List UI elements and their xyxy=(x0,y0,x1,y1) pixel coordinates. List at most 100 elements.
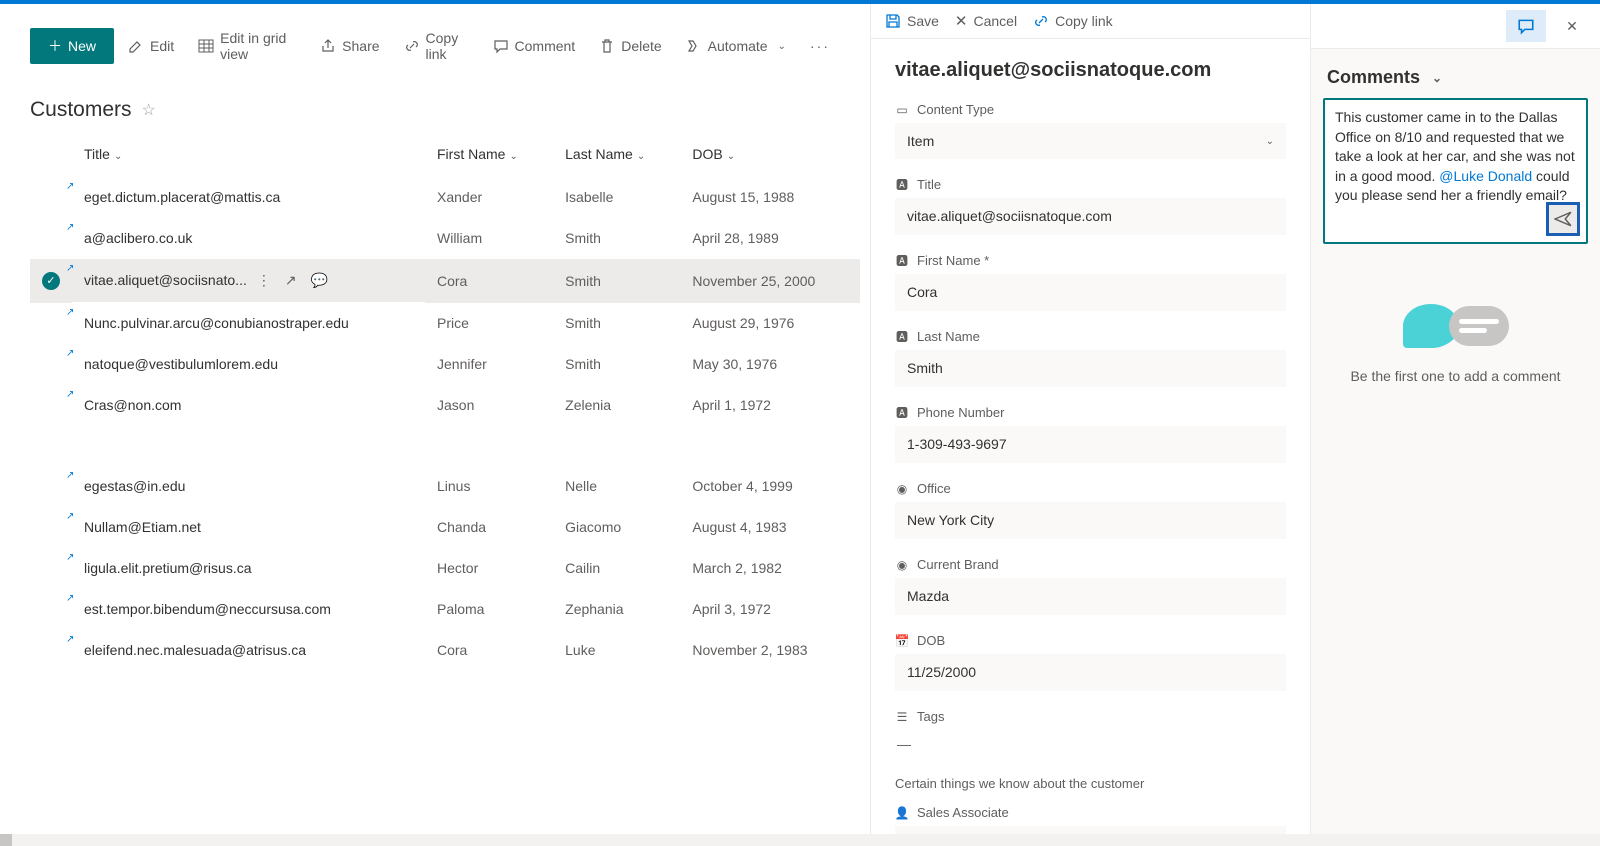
toggle-comments-button[interactable] xyxy=(1506,10,1546,42)
table-row[interactable]: ↗eleifend.nec.malesuada@atrisus.caCoraLu… xyxy=(30,630,860,671)
cell-last: Giacomo xyxy=(553,507,680,548)
more-button[interactable]: ··· xyxy=(800,32,840,60)
tags-value[interactable]: — xyxy=(895,730,1286,758)
details-toolbar: Save ✕ Cancel Copy link xyxy=(871,4,1310,39)
cell-dob: April 28, 1989 xyxy=(680,218,860,259)
cell-first: Paloma xyxy=(425,589,553,630)
cell-first: Linus xyxy=(425,466,553,507)
cancel-button[interactable]: ✕ Cancel xyxy=(955,12,1017,30)
link-indicator-icon: ↗ xyxy=(66,511,74,522)
last-name-label: Last Name xyxy=(917,329,980,344)
cell-last: Luke xyxy=(553,630,680,671)
share-button[interactable]: Share xyxy=(310,32,389,60)
cell-first: William xyxy=(425,218,553,259)
table-row[interactable]: ↗natoque@vestibulumlorem.eduJenniferSmit… xyxy=(30,344,860,385)
link-indicator-icon: ↗ xyxy=(66,389,74,400)
choice-icon: ◉ xyxy=(895,558,909,572)
horizontal-scrollbar[interactable] xyxy=(0,834,1600,846)
text-icon: 🅰 xyxy=(895,406,909,420)
content-type-select[interactable]: Item ⌄ xyxy=(895,123,1286,159)
comments-heading[interactable]: Comments ⌄ xyxy=(1311,49,1600,98)
cell-first: Jennifer xyxy=(425,344,553,385)
table-row[interactable]: ↗Nunc.pulvinar.arcu@conubianostraper.edu… xyxy=(30,303,860,344)
cell-last: Smith xyxy=(553,218,680,259)
table-row[interactable]: ↗a@aclibero.co.ukWilliamSmithApril 28, 1… xyxy=(30,218,860,259)
save-button[interactable]: Save xyxy=(885,13,939,29)
first-name-input[interactable] xyxy=(895,274,1286,311)
edit-button[interactable]: Edit xyxy=(118,32,184,60)
close-panel-button[interactable]: ✕ xyxy=(1552,10,1592,42)
cell-last: Smith xyxy=(553,303,680,344)
link-indicator-icon: ↗ xyxy=(66,634,74,645)
copy-link-label: Copy link xyxy=(426,30,469,62)
save-icon xyxy=(885,13,901,29)
phone-input[interactable] xyxy=(895,426,1286,463)
content-type-icon: ▭ xyxy=(895,103,909,117)
calendar-icon: 📅 xyxy=(895,634,909,648)
last-name-input[interactable] xyxy=(895,350,1286,387)
cell-last: Smith xyxy=(553,344,680,385)
chevron-down-icon: ⌄ xyxy=(1266,136,1274,147)
selected-check-icon[interactable]: ✓ xyxy=(42,272,60,290)
cell-first: Chanda xyxy=(425,507,553,548)
chevron-down-icon: ⌄ xyxy=(778,41,786,52)
office-label: Office xyxy=(917,481,951,496)
plus-icon: ＋ xyxy=(48,36,62,56)
table-row[interactable]: ↗Cras@non.comJasonZeleniaApril 1, 1972 xyxy=(30,385,860,426)
mention[interactable]: @Luke Donald xyxy=(1439,168,1532,184)
save-label: Save xyxy=(907,13,939,29)
cell-dob: November 2, 1983 xyxy=(680,630,860,671)
list-title: Customers xyxy=(30,98,132,122)
cell-first: Jason xyxy=(425,385,553,426)
office-input[interactable] xyxy=(895,502,1286,539)
table-row[interactable]: ↗eget.dictum.placerat@mattis.caXanderIsa… xyxy=(30,177,860,218)
flow-icon xyxy=(686,38,702,54)
table-row[interactable]: ↗egestas@in.eduLinusNelleOctober 4, 1999 xyxy=(30,466,860,507)
cell-dob: April 3, 1972 xyxy=(680,589,860,630)
cancel-label: Cancel xyxy=(974,13,1018,29)
comment-input[interactable]: This customer came in to the Dallas Offi… xyxy=(1323,98,1588,244)
title-input[interactable] xyxy=(895,198,1286,235)
link-indicator-icon: ↗ xyxy=(66,307,74,318)
empty-comments-text: Be the first one to add a comment xyxy=(1350,368,1560,384)
brand-input[interactable] xyxy=(895,578,1286,615)
trash-icon xyxy=(599,38,615,54)
delete-label: Delete xyxy=(621,38,661,54)
automate-button[interactable]: Automate ⌄ xyxy=(676,32,796,60)
link-indicator-icon: ↗ xyxy=(66,263,74,274)
cell-dob: March 2, 1982 xyxy=(680,548,860,589)
row-share-icon[interactable]: ↗ xyxy=(285,272,297,289)
link-indicator-icon: ↗ xyxy=(66,348,74,359)
col-first[interactable]: First Name⌄ xyxy=(425,132,553,177)
row-comment-icon[interactable]: 💬 xyxy=(311,272,328,289)
row-more-icon[interactable]: ⋮ xyxy=(257,272,271,289)
tags-icon: ☰ xyxy=(895,710,909,724)
edit-grid-button[interactable]: Edit in grid view xyxy=(188,24,306,68)
cell-first: Hector xyxy=(425,548,553,589)
dob-label: DOB xyxy=(917,633,945,648)
content-type-value: Item xyxy=(907,133,934,149)
link-indicator-icon: ↗ xyxy=(66,552,74,563)
col-title[interactable]: Title⌄ xyxy=(72,132,425,177)
comment-button[interactable]: Comment xyxy=(483,32,586,60)
pencil-icon xyxy=(128,38,144,54)
content-type-label: Content Type xyxy=(917,102,994,117)
table-row[interactable]: ↗ligula.elit.pretium@risus.caHectorCaili… xyxy=(30,548,860,589)
table-row[interactable]: ↗est.tempor.bibendum@neccursusa.comPalom… xyxy=(30,589,860,630)
tags-label: Tags xyxy=(917,709,944,724)
automate-label: Automate xyxy=(708,38,768,54)
panel-copy-link-button[interactable]: Copy link xyxy=(1033,13,1113,29)
comment-label: Comment xyxy=(515,38,576,54)
send-comment-button[interactable] xyxy=(1546,202,1580,236)
col-dob[interactable]: DOB⌄ xyxy=(680,132,860,177)
new-button[interactable]: ＋ New xyxy=(30,28,114,64)
dob-input[interactable] xyxy=(895,654,1286,691)
copy-link-button[interactable]: Copy link xyxy=(394,24,479,68)
table-row[interactable]: ✓↗vitae.aliquet@sociisnato...⋮↗💬CoraSmit… xyxy=(30,259,860,303)
favorite-star-icon[interactable]: ☆ xyxy=(142,100,156,120)
cell-last: Zephania xyxy=(553,589,680,630)
text-icon: 🅰 xyxy=(895,330,909,344)
table-row[interactable]: ↗Nullam@Etiam.netChandaGiacomoAugust 4, … xyxy=(30,507,860,548)
col-last[interactable]: Last Name⌄ xyxy=(553,132,680,177)
delete-button[interactable]: Delete xyxy=(589,32,671,60)
